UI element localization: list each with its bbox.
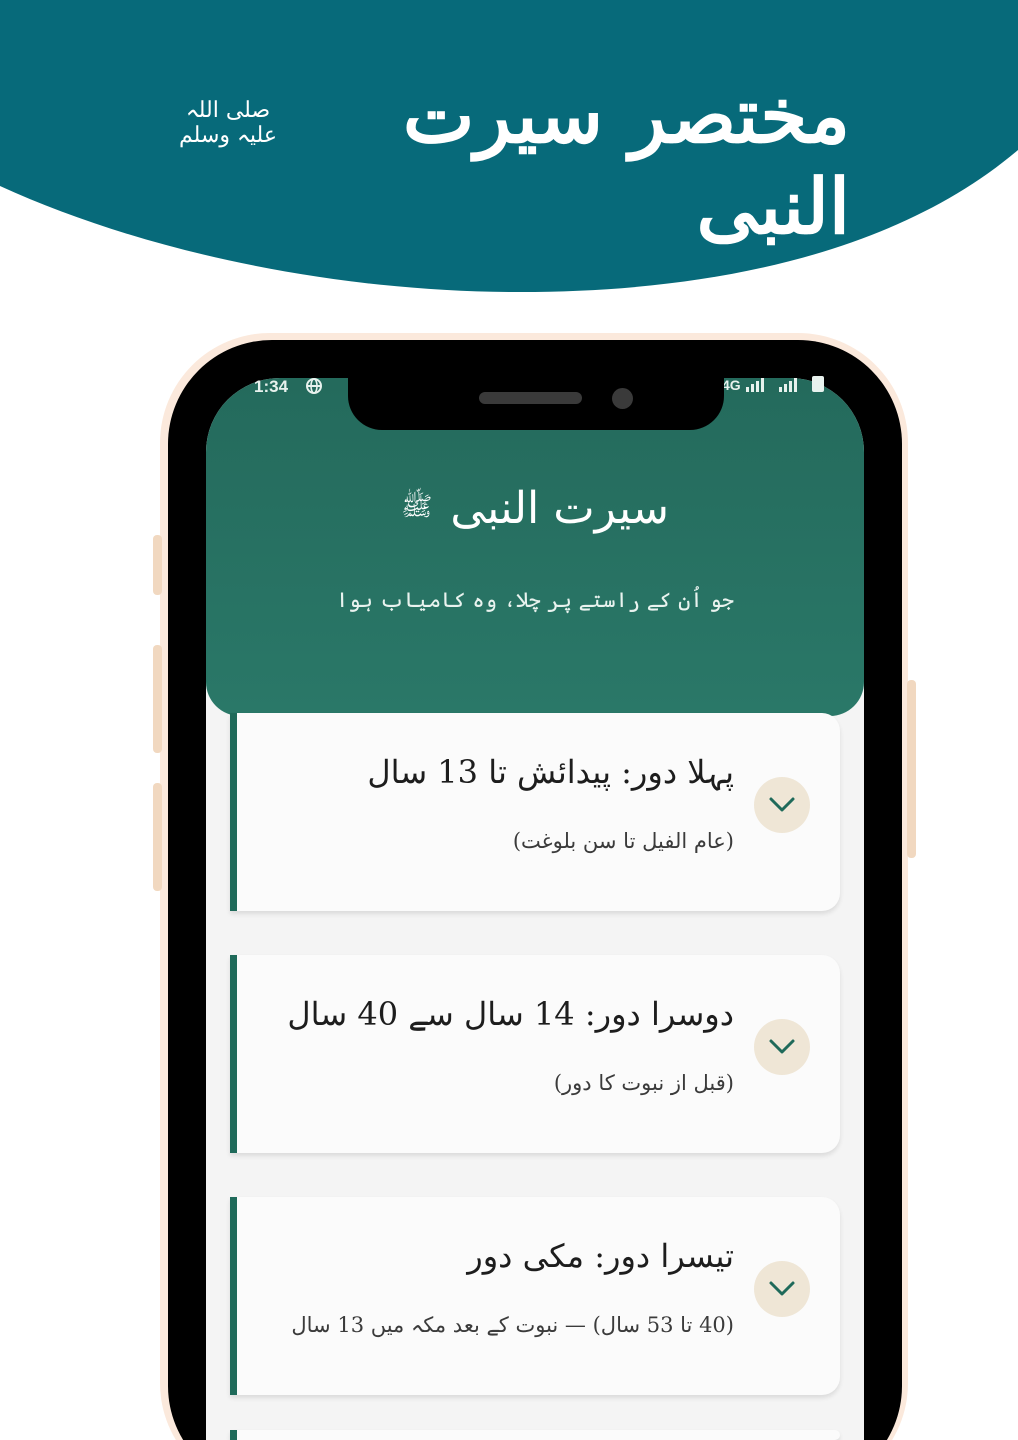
phone-speaker bbox=[479, 392, 582, 404]
period-card-2[interactable]: دوسرا دور: 14 سال سے 40 سال (قبل از نبوت… bbox=[230, 955, 840, 1153]
banner-honorific: صلی اللہ علیہ وسلم bbox=[179, 98, 277, 149]
status-indicators: 4G bbox=[722, 376, 825, 393]
status-time: 1:34 bbox=[254, 377, 289, 396]
period-title: پہلا دور: پیدائش تا 13 سال bbox=[367, 753, 734, 791]
phone-camera bbox=[612, 388, 633, 409]
chevron-down-icon bbox=[769, 797, 795, 812]
expand-button[interactable] bbox=[754, 1261, 810, 1317]
network-type: 4G bbox=[722, 377, 741, 393]
chevron-down-icon bbox=[769, 1039, 795, 1054]
app-title-honorific: ﷺ bbox=[400, 492, 433, 522]
expand-button[interactable] bbox=[754, 777, 810, 833]
period-subtitle: (قبل از نبوت کا دور) bbox=[553, 1071, 734, 1095]
period-title: دوسرا دور: 14 سال سے 40 سال bbox=[287, 995, 734, 1033]
period-card-1[interactable]: پہلا دور: پیدائش تا 13 سال (عام الفیل تا… bbox=[230, 713, 840, 911]
promo-banner: مختصر سیرت النبی صلی اللہ علیہ وسلم bbox=[0, 0, 1018, 300]
chevron-down-icon bbox=[769, 1281, 795, 1296]
app-title-text: سیرت النبی bbox=[450, 483, 670, 534]
period-subtitle: (عام الفیل تا سن بلوغت) bbox=[512, 829, 734, 853]
phone-side-button bbox=[153, 783, 162, 891]
phone-side-button bbox=[153, 645, 162, 753]
expand-button[interactable] bbox=[754, 1019, 810, 1075]
period-card-3[interactable]: تیسرا دور: مکی دور (40 تا 53 سال) — نبوت… bbox=[230, 1197, 840, 1395]
banner-title: مختصر سیرت النبی bbox=[402, 71, 850, 252]
period-title: تیسرا دور: مکی دور bbox=[467, 1237, 734, 1275]
signal-icon bbox=[745, 378, 764, 392]
phone-side-button bbox=[907, 680, 916, 858]
period-subtitle: (40 تا 53 سال) — نبوت کے بعد مکہ میں 13 … bbox=[291, 1313, 734, 1337]
battery-icon bbox=[812, 376, 825, 392]
signal-icon bbox=[779, 378, 798, 392]
period-card-4-partial[interactable] bbox=[230, 1430, 840, 1440]
app-title: سیرت النبی ﷺ bbox=[206, 480, 864, 537]
app-subtitle: جو اُن کے راستے پر چلا، وہ کامیاب ہوا bbox=[336, 588, 734, 612]
vpn-globe-icon bbox=[305, 377, 323, 400]
phone-side-button bbox=[153, 535, 162, 595]
